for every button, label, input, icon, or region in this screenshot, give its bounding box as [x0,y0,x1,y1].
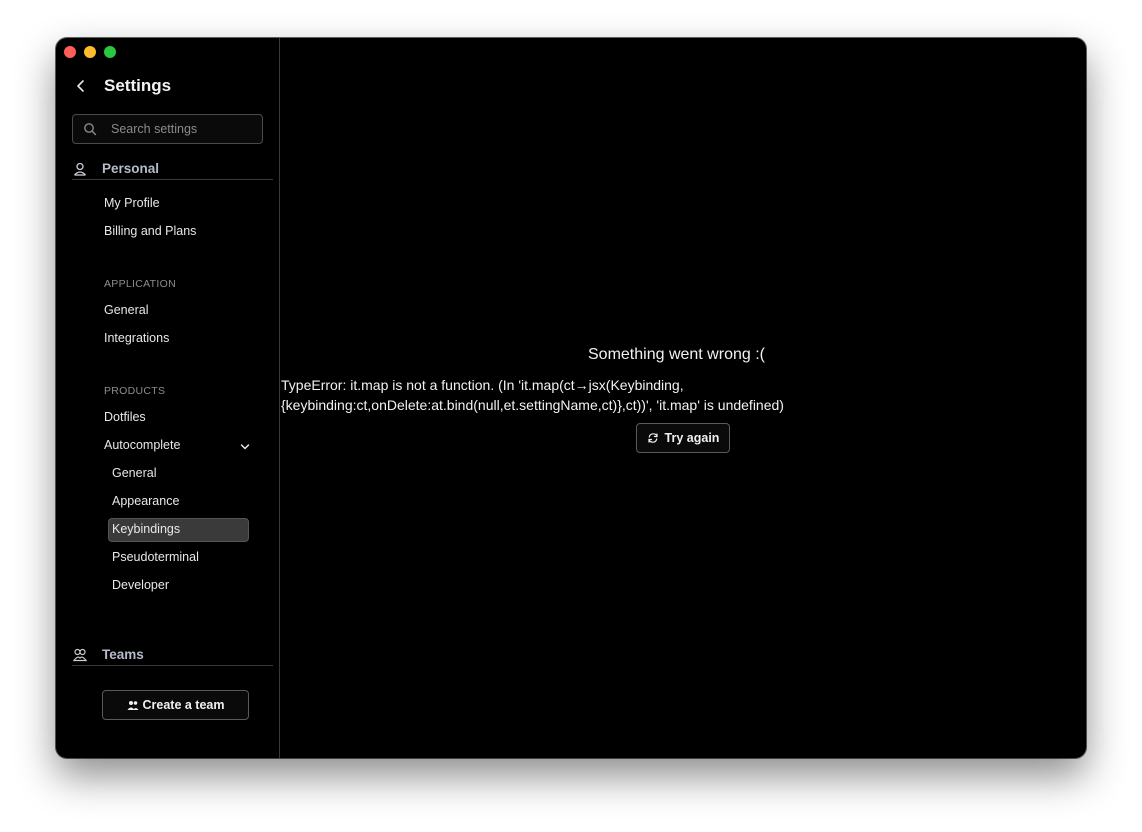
sidebar-item-autocomplete[interactable]: Autocomplete [104,434,180,456]
create-team-button[interactable]: Create a team [102,690,249,720]
section-teams: Teams [72,644,273,666]
error-title: Something went wrong :( [588,346,765,363]
group-label-products: PRODUCTS [104,385,166,397]
page-title: Settings [104,76,172,95]
sidebar-item-billing[interactable]: Billing and Plans [104,220,196,242]
sidebar-item-dotfiles[interactable]: Dotfiles [104,406,146,428]
sidebar-subitem-pseudoterminal[interactable]: Pseudoterminal [112,546,199,568]
create-team-label: Create a team [142,698,225,712]
try-again-button[interactable]: Try again [636,423,730,453]
sidebar-item-integrations[interactable]: Integrations [104,327,169,349]
settings-sidebar: Settings Personal My Profile Billing and… [56,38,280,758]
user-icon [72,161,88,177]
chevron-down-icon[interactable] [238,440,252,454]
people-icon [127,699,139,711]
group-label-application: APPLICATION [104,278,176,290]
section-teams-label: Teams [102,647,144,662]
search-input[interactable] [111,122,261,136]
search-box[interactable] [72,114,263,144]
sidebar-subitem-keybindings[interactable]: Keybindings [112,518,180,540]
section-personal-label: Personal [102,161,160,176]
main-content: Something went wrong :( TypeError: it.ma… [281,38,1086,758]
chevron-left-icon[interactable] [74,78,90,94]
error-message: TypeError: it.map is not a function. (In… [281,377,784,413]
sidebar-subitem-developer[interactable]: Developer [112,574,169,596]
sidebar-item-my-profile[interactable]: My Profile [104,192,160,214]
refresh-icon [647,432,659,444]
sidebar-subitem-general[interactable]: General [112,462,156,484]
try-again-label: Try again [664,431,720,445]
app-window: Settings Personal My Profile Billing and… [56,38,1086,758]
sidebar-header: Settings [72,76,171,96]
sidebar-subitem-appearance[interactable]: Appearance [112,490,179,512]
team-icon [72,647,88,663]
section-personal: Personal [72,158,273,180]
sidebar-item-general[interactable]: General [104,299,148,321]
search-icon [83,122,97,136]
